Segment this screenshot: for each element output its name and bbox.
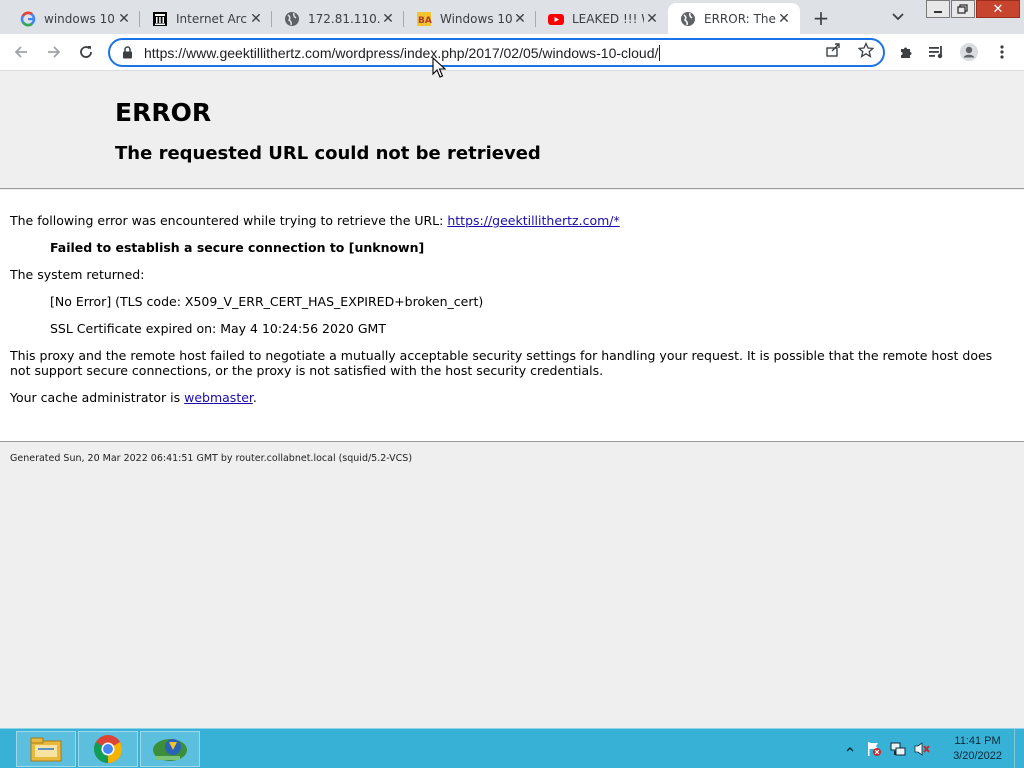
tab-title: 172.81.110.6 [308, 11, 380, 26]
tab-windows-10-search[interactable]: windows 10 ✕ [8, 3, 140, 34]
site-icon: BA [416, 11, 432, 27]
window-controls: ✕ [925, 0, 1020, 20]
globe-icon [284, 11, 300, 27]
close-icon[interactable]: ✕ [380, 11, 396, 27]
close-icon[interactable]: ✕ [512, 11, 528, 27]
url-text[interactable]: https://www.geektillithertz.com/wordpres… [144, 45, 658, 61]
cache-admin-line: Your cache administrator is webmaster. [10, 390, 257, 405]
tab-title: Windows 10 [440, 11, 512, 26]
profile-avatar-icon[interactable] [959, 42, 979, 62]
tab-strip: windows 10 ✕ Internet Arch ✕ 172.81.110.… [0, 0, 1024, 34]
tab-windows-10-article[interactable]: BA Windows 10 ✕ [404, 3, 536, 34]
close-icon[interactable]: ✕ [116, 11, 132, 27]
clock-time: 11:41 PM [954, 735, 1001, 747]
mouse-cursor-icon [432, 57, 446, 78]
error-intro-text: The following error was encountered whil… [10, 213, 448, 228]
close-icon[interactable]: ✕ [644, 11, 660, 27]
network-icon[interactable] [889, 729, 907, 768]
tls-error-code: [No Error] (TLS code: X509_V_ERR_CERT_HA… [50, 294, 484, 309]
svg-text:BA: BA [418, 16, 432, 26]
google-icon [20, 11, 36, 27]
arrow-right-icon [48, 46, 61, 58]
chrome-taskbar-button[interactable] [78, 731, 138, 767]
taskbar: 11:41 PM 3/20/2022 [0, 728, 1024, 768]
webmaster-link[interactable]: webmaster [184, 390, 253, 405]
period-text: . [252, 390, 257, 405]
folder-icon [30, 737, 62, 762]
page-title: ERROR [115, 98, 212, 127]
address-bar[interactable]: https://www.geektillithertz.com/wordpres… [108, 38, 885, 67]
share-icon[interactable] [824, 41, 842, 59]
download-manager-button[interactable] [140, 731, 200, 767]
ssl-expiry: SSL Certificate expired on: May 4 10:24:… [50, 321, 386, 336]
system-clock[interactable]: 11:41 PM 3/20/2022 [953, 734, 1002, 764]
tab-title: LEAKED !!! W [572, 11, 644, 26]
reload-button[interactable] [74, 40, 98, 64]
system-returned-label: The system returned: [10, 267, 145, 282]
tab-ip-address[interactable]: 172.81.110.6 ✕ [272, 3, 404, 34]
lock-icon[interactable] [120, 46, 134, 60]
failure-message: Failed to establish a secure connection … [50, 240, 425, 255]
error-header: ERROR The requested URL could not be ret… [0, 71, 1024, 189]
page-content: ERROR The requested URL could not be ret… [0, 71, 1024, 728]
close-icon: ✕ [992, 1, 1004, 17]
youtube-icon [548, 11, 564, 27]
chevron-up-icon [846, 747, 854, 752]
archive-icon [152, 11, 168, 27]
minimize-icon [934, 11, 942, 13]
close-icon[interactable]: ✕ [248, 11, 264, 27]
tab-internet-archive[interactable]: Internet Arch ✕ [140, 3, 272, 34]
media-queue-icon[interactable] [927, 42, 947, 62]
reload-icon [80, 46, 92, 58]
clock-date: 3/20/2022 [953, 750, 1002, 762]
restore-icon [957, 4, 968, 14]
error-url-link[interactable]: https://geektillithertz.com/* [447, 213, 619, 228]
back-button[interactable] [9, 40, 33, 64]
error-intro: The following error was encountered whil… [10, 213, 620, 228]
more-menu-icon[interactable] [992, 42, 1012, 62]
cache-admin-text: Your cache administrator is [10, 390, 185, 405]
show-hidden-icons-button[interactable] [843, 729, 857, 768]
download-manager-icon [153, 739, 187, 761]
globe-icon [680, 11, 696, 27]
bookmark-star-icon[interactable] [857, 41, 875, 59]
tab-youtube-leaked[interactable]: LEAKED !!! W ✕ [536, 3, 668, 34]
restore-button[interactable] [951, 0, 975, 18]
new-tab-button[interactable]: + [808, 6, 834, 30]
arrow-left-icon [14, 46, 27, 58]
error-details: The following error was encountered whil… [0, 190, 1024, 442]
tab-title: ERROR: The [704, 11, 776, 26]
browser-toolbar: https://www.geektillithertz.com/wordpres… [0, 34, 1024, 71]
file-explorer-button[interactable] [16, 731, 76, 767]
chrome-icon [94, 735, 122, 763]
show-desktop-button[interactable] [1014, 729, 1024, 768]
tab-title: Internet Arch [176, 11, 248, 26]
page-subtitle: The requested URL could not be retrieved [115, 143, 541, 164]
tab-error-active[interactable]: ERROR: The ✕ [668, 3, 800, 34]
text-caret [659, 44, 661, 61]
close-icon[interactable]: ✕ [776, 11, 792, 27]
volume-muted-icon[interactable] [913, 729, 933, 768]
chevron-down-icon [892, 13, 904, 21]
close-window-button[interactable]: ✕ [976, 0, 1020, 18]
extensions-icon[interactable] [896, 42, 916, 62]
generated-footer: Generated Sun, 20 Mar 2022 06:41:51 GMT … [10, 453, 413, 464]
minimize-button[interactable] [926, 0, 950, 18]
explanation-text: This proxy and the remote host failed to… [10, 348, 993, 378]
tab-title: windows 10 [44, 11, 115, 26]
forward-button[interactable] [42, 40, 66, 64]
action-center-flag-icon[interactable] [865, 729, 883, 768]
tab-search-button[interactable] [886, 7, 910, 27]
